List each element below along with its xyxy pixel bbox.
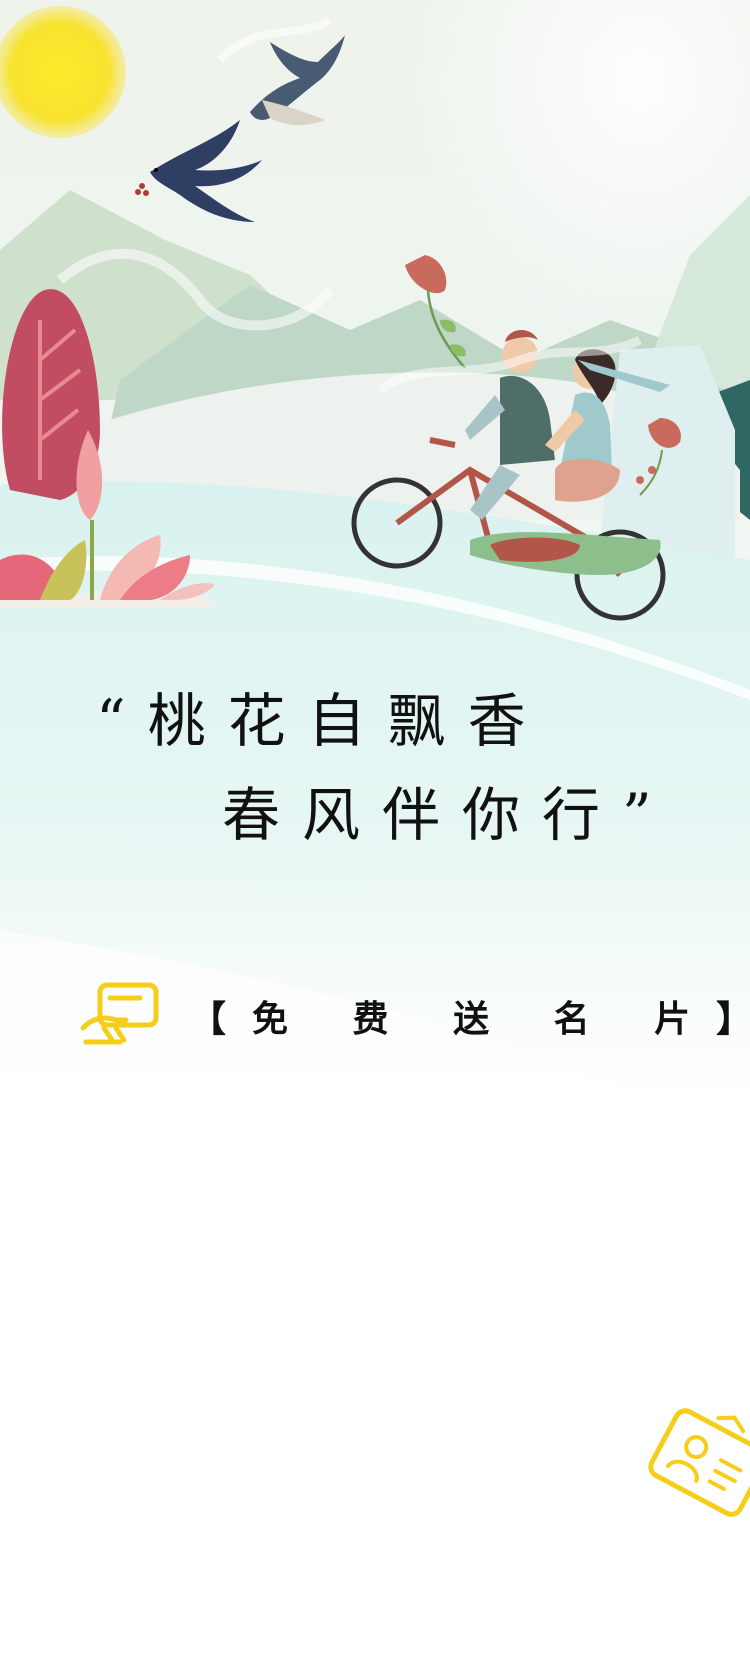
- poem-line-2: 春风伴你行”: [222, 781, 674, 849]
- promo-label: 【免 费 送 名 片】: [190, 999, 750, 1040]
- poem-line-1: “桃花自飘香: [96, 687, 548, 755]
- sun: [0, 6, 126, 138]
- poster: “桃花自飘香 春风伴你行” 【免 费 送 名 片】: [0, 0, 750, 1665]
- id-card-icon: [648, 1402, 750, 1522]
- free-business-card-promo[interactable]: 【免 费 送 名 片】: [80, 982, 750, 1052]
- business-card-hand-icon: [80, 982, 160, 1048]
